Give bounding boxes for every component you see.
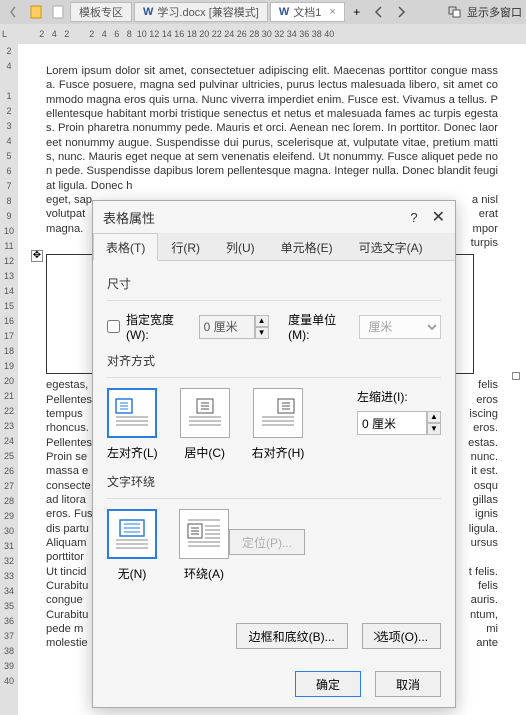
- align-right-option[interactable]: [253, 388, 303, 438]
- paragraph-1: Lorem ipsum dolor sit amet, consectetuer…: [46, 64, 498, 193]
- text-fragment: turpis: [471, 237, 498, 249]
- border-shading-button[interactable]: 边框和底纹(B)...: [236, 623, 348, 649]
- align-center-label: 居中(C): [184, 444, 225, 461]
- cancel-button[interactable]: 取消: [375, 671, 441, 697]
- section-align-label: 对齐方式: [107, 352, 441, 369]
- ruler-corner: L: [2, 29, 7, 39]
- tab-row[interactable]: 行(R): [158, 233, 213, 261]
- vertical-ruler: 2412345678910111213141516171819202122232…: [0, 44, 18, 715]
- tab-column[interactable]: 列(U): [213, 233, 268, 261]
- word-icon: W: [279, 6, 289, 18]
- wrap-around-label: 环绕(A): [184, 565, 224, 582]
- text-fragment: volutpat: [46, 208, 85, 220]
- word-icon: W: [143, 6, 153, 18]
- help-icon[interactable]: ?: [410, 210, 417, 225]
- ok-button[interactable]: 确定: [295, 671, 361, 697]
- indent-label: 左缩进(I):: [357, 388, 441, 405]
- wrap-none-option[interactable]: [107, 509, 157, 559]
- text-fragment: eget, sap: [46, 194, 92, 206]
- dialog-footer: 确定 取消: [93, 661, 455, 707]
- text-fragment: mpor: [473, 223, 499, 235]
- tab-label: 文档1: [293, 4, 321, 20]
- tab-label: 模板专区: [79, 4, 123, 20]
- window-icon[interactable]: [445, 2, 465, 22]
- align-right-label: 右对齐(H): [252, 444, 305, 461]
- dialog-title: 表格属性: [103, 208, 155, 227]
- tab-doc1[interactable]: W 学习.docx [兼容模式]: [134, 2, 268, 22]
- dialog-body: 尺寸 指定宽度(W): ▲ ▼ 度量单位(M): 厘米 对齐方式: [93, 261, 455, 623]
- unit-select[interactable]: 厘米: [359, 315, 441, 339]
- tab-cell[interactable]: 单元格(E): [268, 233, 346, 261]
- spin-up-icon[interactable]: ▲: [255, 315, 269, 327]
- spin-down-icon[interactable]: ▼: [427, 423, 441, 435]
- dialog-tabs: 表格(T) 行(R) 列(U) 单元格(E) 可选文字(A): [93, 233, 455, 261]
- specify-width-checkbox[interactable]: [107, 320, 120, 333]
- close-icon[interactable]: ×: [329, 6, 335, 18]
- align-center-option[interactable]: [180, 388, 230, 438]
- text-fragment: magna.: [46, 223, 83, 235]
- position-button[interactable]: 定位(P)...: [229, 529, 305, 555]
- table-move-handle[interactable]: ✥: [31, 250, 43, 262]
- back-icon[interactable]: [4, 2, 24, 22]
- spin-down-icon[interactable]: ▼: [255, 327, 269, 339]
- unit-label: 度量单位(M):: [288, 311, 353, 342]
- section-size-label: 尺寸: [107, 275, 441, 292]
- tab-table[interactable]: 表格(T): [93, 233, 158, 261]
- next-icon[interactable]: [391, 2, 411, 22]
- prev-icon[interactable]: [369, 2, 389, 22]
- table-properties-dialog: 表格属性 ? ✕ 表格(T) 行(R) 列(U) 单元格(E) 可选文字(A) …: [92, 200, 456, 708]
- options-button[interactable]: 选项(O)...: [362, 623, 441, 649]
- spin-up-icon[interactable]: ▲: [427, 411, 441, 423]
- text-fragment: erat: [479, 208, 498, 220]
- new-doc-icon[interactable]: [48, 2, 68, 22]
- doc-icon: [26, 2, 46, 22]
- indent-input[interactable]: [357, 411, 427, 435]
- width-input[interactable]: [199, 315, 255, 339]
- tab-doc2[interactable]: W 文档1 ×: [270, 2, 345, 22]
- add-tab-icon[interactable]: +: [347, 2, 367, 22]
- table-resize-handle[interactable]: [512, 372, 520, 380]
- multi-window-label[interactable]: 显示多窗口: [467, 4, 522, 20]
- align-left-option[interactable]: [107, 388, 157, 438]
- close-icon[interactable]: ✕: [432, 207, 445, 227]
- align-left-label: 左对齐(L): [107, 444, 158, 461]
- app-toolbar: 模板专区 W 学习.docx [兼容模式] W 文档1 × + 显示多窗口: [0, 0, 526, 24]
- tab-label: 学习.docx [兼容模式]: [157, 4, 258, 20]
- wrap-around-option[interactable]: [179, 509, 229, 559]
- tab-alt-text[interactable]: 可选文字(A): [346, 233, 436, 261]
- tab-template[interactable]: 模板专区: [70, 2, 132, 22]
- text-fragment: a nisl: [472, 194, 498, 206]
- section-wrap-label: 文字环绕: [107, 473, 441, 490]
- horizontal-ruler: L 24224681012141618202224262830323436384…: [0, 24, 526, 44]
- dialog-titlebar: 表格属性 ? ✕: [93, 201, 455, 233]
- wrap-none-label: 无(N): [118, 565, 147, 582]
- specify-width-label: 指定宽度(W):: [126, 311, 193, 342]
